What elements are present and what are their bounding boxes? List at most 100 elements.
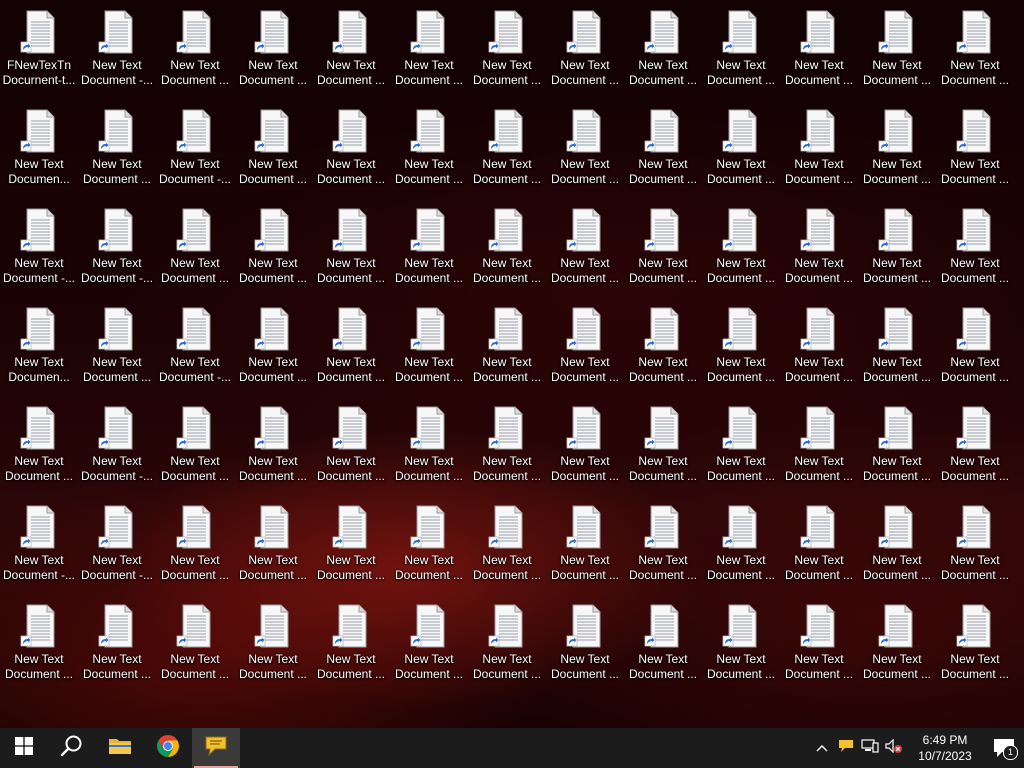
desktop-shortcut-item[interactable]: New Text Document ... [78,305,156,404]
desktop-shortcut-item[interactable]: New Text Document ... [468,8,546,107]
desktop-shortcut-item[interactable]: New Text Documen... [0,305,78,404]
desktop-shortcut-item[interactable]: New Text Document ... [312,503,390,602]
desktop-shortcut-item[interactable]: New Text Document ... [546,107,624,206]
desktop-shortcut-item[interactable]: New Text Document ... [936,206,1014,305]
desktop-shortcut-item[interactable]: New Text Document ... [312,107,390,206]
desktop-shortcut-item[interactable]: New Text Document ... [624,404,702,503]
desktop-shortcut-item[interactable]: New Text Document ... [78,107,156,206]
desktop-shortcut-item[interactable]: New Text Document ... [546,305,624,404]
search-button[interactable] [48,728,96,768]
desktop-shortcut-item[interactable]: New Text Document ... [936,305,1014,404]
desktop-shortcut-item[interactable]: New Text Document -... [0,206,78,305]
desktop-shortcut-item[interactable]: New Text Document ... [702,404,780,503]
desktop-shortcut-item[interactable]: New Text Document ... [312,602,390,701]
desktop-shortcut-item[interactable]: New Text Document ... [624,206,702,305]
desktop-shortcut-item[interactable]: New Text Document -... [156,305,234,404]
start-button[interactable] [0,728,48,768]
desktop-shortcut-item[interactable]: New Text Document ... [624,602,702,701]
desktop-shortcut-item[interactable]: New Text Document ... [468,503,546,602]
desktop-shortcut-item[interactable]: New Text Document ... [780,503,858,602]
desktop-shortcut-item[interactable]: New Text Document ... [858,305,936,404]
desktop-shortcut-item[interactable]: New Text Document ... [624,503,702,602]
desktop-shortcut-item[interactable]: New Text Document ... [234,602,312,701]
chrome-button[interactable] [144,728,192,768]
desktop-shortcut-item[interactable]: New Text Document -... [78,503,156,602]
desktop-shortcut-item[interactable]: New Text Document ... [936,404,1014,503]
desktop-shortcut-item[interactable]: New Text Document -... [78,206,156,305]
desktop-shortcut-item[interactable]: New Text Document ... [234,107,312,206]
desktop-shortcut-item[interactable]: New Text Document ... [858,404,936,503]
desktop-shortcut-item[interactable]: New Text Document ... [390,8,468,107]
desktop-shortcut-item[interactable]: FNewTexTn Docurnent-t... [0,8,78,107]
desktop-shortcut-item[interactable]: New Text Document ... [468,602,546,701]
desktop-shortcut-item[interactable]: New Text Document ... [156,8,234,107]
file-explorer-button[interactable] [96,728,144,768]
desktop-shortcut-item[interactable]: New Text Document ... [546,404,624,503]
desktop-shortcut-item[interactable]: New Text Document ... [78,602,156,701]
desktop-shortcut-item[interactable]: New Text Document ... [468,206,546,305]
network-button[interactable] [858,728,882,768]
desktop-shortcut-item[interactable]: New Text Document ... [624,107,702,206]
desktop-shortcut-item[interactable]: New Text Document ... [0,404,78,503]
desktop-shortcut-item[interactable]: New Text Document ... [546,8,624,107]
desktop-shortcut-item[interactable]: New Text Document ... [312,206,390,305]
desktop-shortcut-item[interactable]: New Text Document ... [234,8,312,107]
desktop-shortcut-item[interactable]: New Text Document ... [234,503,312,602]
desktop-shortcut-item[interactable]: New Text Document ... [390,107,468,206]
desktop-shortcut-item[interactable]: New Text Document ... [702,8,780,107]
desktop-shortcut-item[interactable]: New Text Document ... [156,503,234,602]
desktop-shortcut-item[interactable]: New Text Document ... [936,8,1014,107]
desktop-shortcut-item[interactable]: New Text Document ... [858,206,936,305]
desktop-shortcut-item[interactable]: New Text Document ... [390,206,468,305]
desktop-shortcut-item[interactable]: New Text Document ... [468,404,546,503]
desktop-shortcut-item[interactable]: New Text Document ... [312,305,390,404]
desktop-shortcut-item[interactable]: New Text Document -... [78,404,156,503]
desktop-shortcut-item[interactable]: New Text Document -... [156,107,234,206]
desktop-shortcut-item[interactable]: New Text Document ... [390,305,468,404]
desktop-shortcut-item[interactable]: New Text Document ... [858,503,936,602]
desktop-shortcut-item[interactable]: New Text Document ... [390,404,468,503]
show-hidden-icons-button[interactable] [810,728,834,768]
desktop[interactable]: FNewTexTn Docurnent-t... New Text Document… [0,0,1024,728]
desktop-shortcut-item[interactable]: New Text Document ... [702,206,780,305]
desktop-shortcut-item[interactable]: New Text Document ... [468,305,546,404]
desktop-shortcut-item[interactable]: New Text Document ... [234,404,312,503]
desktop-shortcut-item[interactable]: New Text Document ... [390,503,468,602]
desktop-shortcut-item[interactable]: New Text Document ... [936,503,1014,602]
desktop-shortcut-item[interactable]: New Text Document ... [780,602,858,701]
desktop-shortcut-item[interactable]: New Text Document ... [312,8,390,107]
desktop-shortcut-item[interactable]: New Text Document ... [546,503,624,602]
desktop-shortcut-item[interactable]: New Text Document ... [156,404,234,503]
desktop-shortcut-item[interactable]: New Text Document ... [780,206,858,305]
desktop-shortcut-item[interactable]: New Text Document ... [234,305,312,404]
desktop-shortcut-item[interactable]: New Text Document ... [624,305,702,404]
desktop-shortcut-item[interactable]: New Text Document ... [156,206,234,305]
desktop-shortcut-item[interactable]: New Text Document ... [702,305,780,404]
desktop-shortcut-item[interactable]: New Text Document ... [624,8,702,107]
clock[interactable]: 6:49 PM 10/7/2023 [910,732,980,764]
desktop-shortcut-item[interactable]: New Text Document ... [546,602,624,701]
desktop-shortcut-item[interactable]: New Text Document ... [156,602,234,701]
desktop-shortcut-item[interactable]: New Text Document ... [936,602,1014,701]
desktop-shortcut-item[interactable]: New Text Document ... [780,107,858,206]
desktop-shortcut-item[interactable]: New Text Document ... [858,602,936,701]
desktop-shortcut-item[interactable]: New Text Document ... [780,305,858,404]
desktop-shortcut-item[interactable]: New Text Document ... [702,107,780,206]
speech-app-button[interactable] [192,728,240,768]
desktop-shortcut-item[interactable]: New Text Document ... [546,206,624,305]
desktop-shortcut-item[interactable]: New Text Document ... [390,602,468,701]
desktop-shortcut-item[interactable]: New Text Document ... [780,404,858,503]
desktop-shortcut-item[interactable]: New Text Document -... [0,503,78,602]
desktop-shortcut-item[interactable]: New Text Document ... [312,404,390,503]
desktop-shortcut-item[interactable]: New Text Document ... [858,107,936,206]
desktop-shortcut-item[interactable]: New Text Document ... [0,602,78,701]
desktop-shortcut-item[interactable]: New Text Document ... [468,107,546,206]
desktop-shortcut-item[interactable]: New Text Document ... [702,602,780,701]
desktop-shortcut-item[interactable]: New Text Document ... [780,8,858,107]
tray-speech-app-button[interactable] [834,728,858,768]
desktop-shortcut-item[interactable]: New Text Document ... [858,8,936,107]
desktop-shortcut-item[interactable]: New Text Documen... [0,107,78,206]
desktop-shortcut-item[interactable]: New Text Document ... [936,107,1014,206]
desktop-shortcut-item[interactable]: New Text Document ... [702,503,780,602]
action-center-button[interactable]: 1 [984,728,1024,768]
